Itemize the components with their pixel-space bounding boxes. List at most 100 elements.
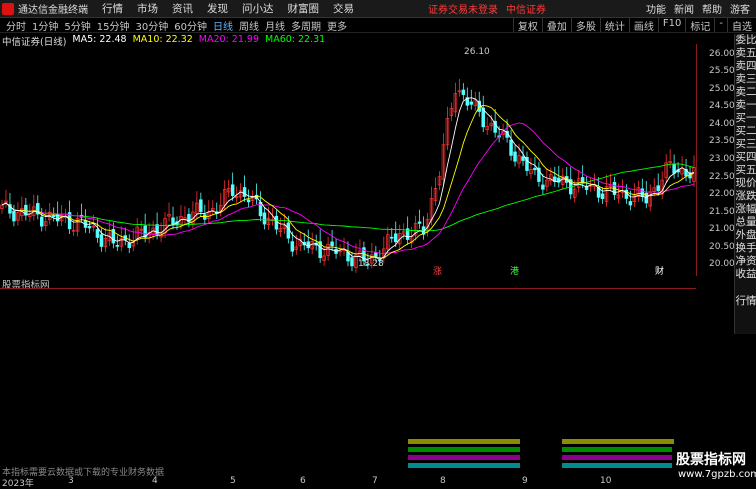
y-tick-label: 21.50 xyxy=(709,206,735,217)
candle-body xyxy=(509,139,513,156)
candle-body xyxy=(628,201,633,206)
candle-body xyxy=(672,163,676,174)
btn-fuquan[interactable]: 复权 xyxy=(512,18,542,33)
btn-tongji[interactable]: 统计 xyxy=(599,18,629,33)
y-tick-label: 20.50 xyxy=(709,241,735,252)
btn-zixuan[interactable]: 自选 xyxy=(727,18,756,33)
candle-body xyxy=(199,199,203,212)
candle-body xyxy=(242,187,247,197)
watermark-url: www.7gpzb.com xyxy=(678,469,756,480)
sidebar-label: 卖一 xyxy=(735,99,756,111)
menu-faxian[interactable]: 发现 xyxy=(207,1,228,16)
menu-youke[interactable]: 游客 xyxy=(730,1,750,16)
y-tick-label: 26.00 xyxy=(709,48,735,59)
period-toolbar: 分时 1分钟 5分钟 15分钟 30分钟 60分钟 日线 周线 月线 多周期 更… xyxy=(0,18,756,33)
period-daily[interactable]: 日线 xyxy=(213,18,233,33)
candle-body xyxy=(390,236,394,239)
candle-body xyxy=(640,188,645,197)
kline-svg: 26.10 18.28 涨 港 财 xyxy=(0,47,696,277)
y-tick-label: 24.50 xyxy=(709,101,735,112)
candle-body xyxy=(246,199,251,203)
watermark: 股票指标网 www.7gpzb.com xyxy=(672,445,756,487)
candle-body xyxy=(393,233,398,243)
sidebar-label: 涨幅 xyxy=(735,203,756,215)
candle-body xyxy=(262,212,267,225)
candle-body xyxy=(521,156,525,161)
candle-body xyxy=(203,214,207,220)
indicator-stripe xyxy=(408,439,520,444)
app-title: 通达信金融终端 xyxy=(18,5,88,16)
sidebar-label: 买三 xyxy=(735,138,756,150)
period-1min[interactable]: 1分钟 xyxy=(32,18,58,33)
sidebar-label: 买一 xyxy=(735,112,756,124)
menu-xinwen[interactable]: 新闻 xyxy=(674,1,694,16)
indicator-stripe xyxy=(562,463,674,468)
candle-body xyxy=(95,229,100,238)
menu-caifuquan[interactable]: 财富圈 xyxy=(288,1,320,16)
menu-gongneng[interactable]: 功能 xyxy=(646,1,666,16)
y-tick-label: 25.00 xyxy=(709,83,735,94)
btn-minus[interactable]: - xyxy=(714,18,727,32)
x-tick-label: 7 xyxy=(372,476,378,486)
candle-body xyxy=(461,89,466,95)
high-label: 26.10 xyxy=(464,47,490,57)
period-multi[interactable]: 多周期 xyxy=(291,18,321,33)
logo-icon xyxy=(2,2,14,15)
candle-body xyxy=(290,241,295,252)
menu-shichang[interactable]: 市场 xyxy=(137,1,158,16)
candle-body xyxy=(99,234,104,247)
marker-cai: 财 xyxy=(655,265,664,276)
btn-diejia[interactable]: 叠加 xyxy=(541,18,571,33)
sidebar-label: 净资 xyxy=(735,255,756,267)
quote-sidebar: 委比 卖五 卖四 卖三 卖二 卖一 买一 买二 买三 买四 买五 现价 涨跌 涨幅 总量 外盘 换手 净资 收益 行情 xyxy=(734,34,756,334)
menu-wenxiaoda[interactable]: 问小达 xyxy=(242,1,274,16)
menubar-right: 功能 新闻 帮助 游客 xyxy=(646,0,750,17)
x-tick-label: 6 xyxy=(300,476,306,486)
period-5min[interactable]: 5分钟 xyxy=(64,18,90,33)
x-tick-label: 8 xyxy=(440,476,446,486)
menu-jiaoyi[interactable]: 交易 xyxy=(333,1,354,16)
sidebar-label: 买四 xyxy=(735,151,756,163)
y-tick-label: 23.00 xyxy=(709,154,735,164)
indicator-stripe xyxy=(562,455,674,460)
sidebar-label: 委比 xyxy=(735,34,756,46)
login-notice[interactable]: 证券交易未登录 xyxy=(428,1,498,16)
indicator-panel[interactable] xyxy=(0,288,696,477)
candle-body xyxy=(533,167,537,171)
candle-body xyxy=(541,184,545,190)
indicator-stripe xyxy=(562,439,674,444)
price-axis: 26.00 25.50 25.00 24.50 24.00 23.50 23.00 22.50… xyxy=(696,44,735,276)
x-tick-label: 9 xyxy=(522,476,528,486)
broker-name[interactable]: 中信证券 xyxy=(506,1,546,16)
kline-chart[interactable]: 26.10 18.28 涨 港 财 xyxy=(0,44,696,277)
y-tick-label: 24.00 xyxy=(709,118,735,129)
menu-zixun[interactable]: 资讯 xyxy=(172,1,193,16)
period-monthly[interactable]: 月线 xyxy=(265,18,285,33)
period-more[interactable]: 更多 xyxy=(327,18,347,33)
low-label: 18.28 xyxy=(358,259,384,269)
period-fenshi[interactable]: 分时 xyxy=(6,18,26,33)
candle-body xyxy=(374,252,378,257)
btn-huaxian[interactable]: 画线 xyxy=(628,18,658,33)
menu-hangqing[interactable]: 行情 xyxy=(102,1,123,16)
x-tick-label: 4 xyxy=(152,476,158,486)
period-15min[interactable]: 15分钟 xyxy=(97,18,130,33)
candle-body xyxy=(115,245,120,247)
btn-duogu[interactable]: 多股 xyxy=(570,18,600,33)
btn-biaoji[interactable]: 标记 xyxy=(685,18,714,33)
indicator-stripe xyxy=(408,455,520,460)
x-tick-label: 3 xyxy=(68,476,74,486)
candle-body xyxy=(87,225,92,229)
btn-f10[interactable]: F10 xyxy=(657,18,685,32)
sidebar-label: 涨跌 xyxy=(735,190,756,202)
sidebar-label: 行情 xyxy=(735,295,756,307)
period-weekly[interactable]: 周线 xyxy=(239,18,259,33)
sidebar-label: 买二 xyxy=(735,125,756,137)
period-30min[interactable]: 30分钟 xyxy=(135,18,168,33)
period-60min[interactable]: 60分钟 xyxy=(174,18,207,33)
y-tick-label: 23.50 xyxy=(709,136,735,147)
candle-body xyxy=(513,151,517,162)
candle-body xyxy=(12,210,16,222)
candle-body xyxy=(230,184,235,196)
menu-bangzhu[interactable]: 帮助 xyxy=(702,1,722,16)
